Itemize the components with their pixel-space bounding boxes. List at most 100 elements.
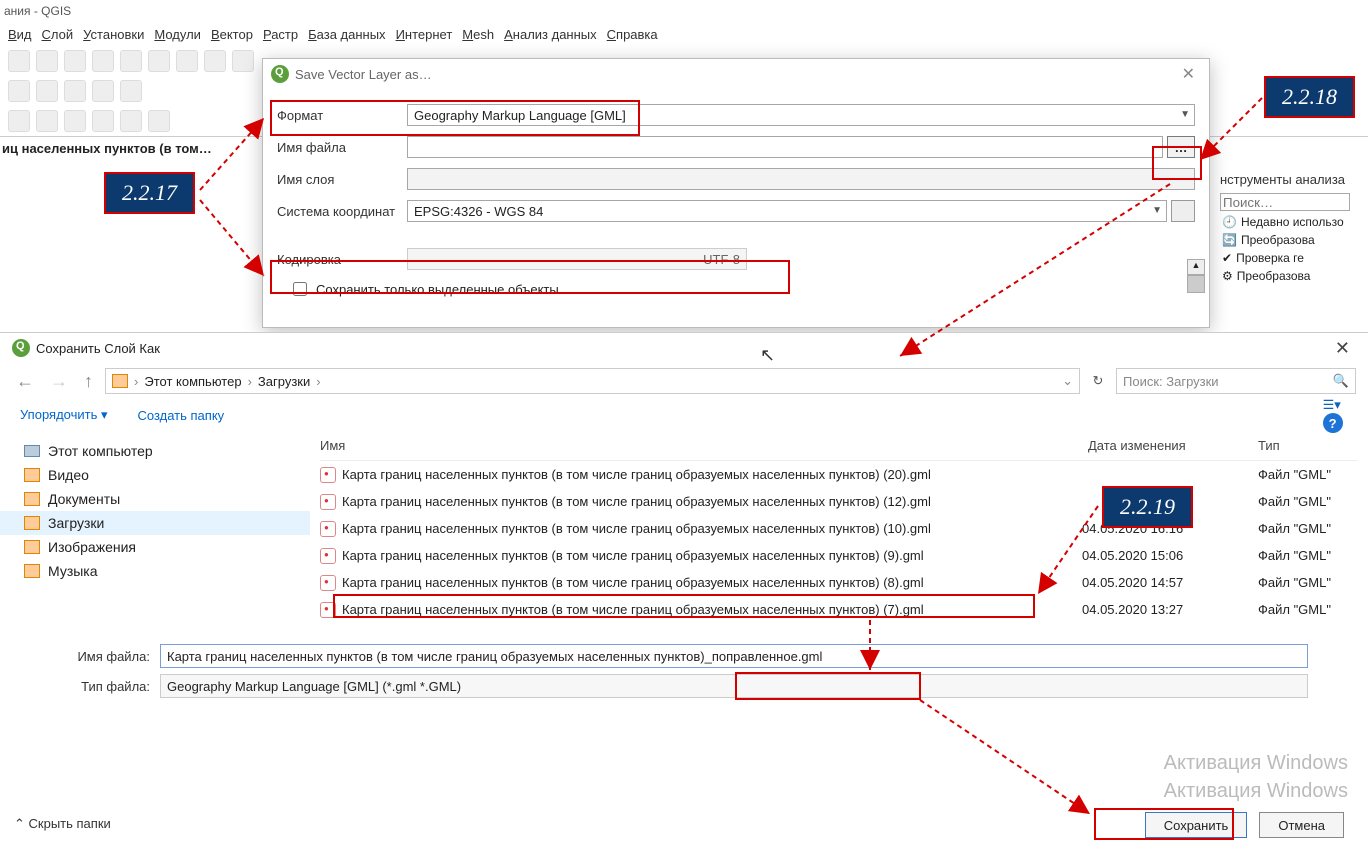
help-icon[interactable]: ? (1323, 413, 1343, 433)
file-name: Карта границ населенных пунктов (в том ч… (342, 494, 1076, 509)
nav-up-icon[interactable]: ↑ (80, 371, 97, 392)
menu-db[interactable]: База данных (308, 27, 385, 42)
filetype-combo[interactable]: Geography Markup Language [GML] (*.gml *… (160, 674, 1308, 698)
scroll-up-icon[interactable]: ▲ (1187, 259, 1205, 275)
tb-icon[interactable] (64, 80, 86, 102)
menu-view[interactable]: Вид (8, 27, 32, 42)
filename-input[interactable] (407, 136, 1163, 158)
tb-icon[interactable] (148, 110, 170, 132)
chevron-down-icon[interactable]: ⌄ (1062, 373, 1073, 389)
save-button[interactable]: Сохранить (1145, 812, 1248, 838)
menu-raster[interactable]: Растр (263, 27, 298, 42)
side-videos[interactable]: Видео (0, 463, 310, 487)
callout-2-2-18: 2.2.18 (1264, 76, 1355, 118)
tb-icon[interactable] (92, 80, 114, 102)
side-this-pc[interactable]: Этот компьютер (0, 439, 310, 463)
tb-icon[interactable] (36, 80, 58, 102)
crs-picker-button[interactable] (1171, 200, 1195, 222)
side-downloads[interactable]: Загрузки (0, 511, 310, 535)
address-bar[interactable]: › Этот компьютер › Загрузки › ⌄ (105, 368, 1080, 394)
toolbox-item[interactable]: ⚙Преобразова (1216, 267, 1366, 285)
tb-pan[interactable] (64, 50, 86, 72)
side-pictures[interactable]: Изображения (0, 535, 310, 559)
tb-icon[interactable] (232, 50, 254, 72)
tb-icon[interactable] (176, 50, 198, 72)
col-type[interactable]: Тип (1258, 438, 1358, 453)
menu-vector[interactable]: Вектор (211, 27, 253, 42)
pc-icon (24, 445, 40, 457)
callout-2-2-17: 2.2.17 (104, 172, 195, 214)
tb-icon[interactable] (120, 110, 142, 132)
toolbox-search[interactable] (1220, 193, 1350, 211)
tb-icon[interactable] (204, 50, 226, 72)
menubar[interactable]: Вид Слой Установки Модули Вектор Растр Б… (0, 22, 1368, 46)
file-row[interactable]: Карта границ населенных пунктов (в том ч… (320, 569, 1358, 596)
tb-icon[interactable] (8, 50, 30, 72)
save-vector-dialog: Save Vector Layer as… ✕ Формат Geography… (262, 58, 1210, 328)
crs-label: Система координат (277, 204, 407, 219)
file-type: Файл "GML" (1258, 521, 1358, 536)
menu-mesh[interactable]: Mesh (462, 27, 494, 42)
toolbox-recent[interactable]: 🕘Недавно использо (1216, 213, 1366, 231)
menu-plugins[interactable]: Модули (154, 27, 201, 42)
file-row[interactable]: Карта границ населенных пунктов (в том ч… (320, 542, 1358, 569)
layername-label: Имя слоя (277, 172, 407, 187)
file-row[interactable]: Карта границ населенных пунктов (в том ч… (320, 596, 1358, 623)
file-list: Имя Дата изменения Тип Карта границ насе… (310, 431, 1368, 631)
close-icon[interactable]: ✕ (1329, 338, 1356, 359)
only-selected-checkbox[interactable] (293, 282, 307, 296)
breadcrumb-seg[interactable]: Загрузки (258, 374, 310, 389)
file-row[interactable]: Карта границ населенных пунктов (в том ч… (320, 461, 1358, 488)
tb-icon[interactable] (36, 50, 58, 72)
menu-help[interactable]: Справка (607, 27, 658, 42)
gml-file-icon (320, 494, 336, 510)
toolbox-item[interactable]: ✔Проверка ге (1216, 249, 1366, 267)
tb-icon[interactable] (36, 110, 58, 132)
dialog-title: Save Vector Layer as… (295, 67, 432, 82)
menu-internet[interactable]: Интернет (396, 27, 453, 42)
tb-zoomout[interactable] (120, 50, 142, 72)
side-documents[interactable]: Документы (0, 487, 310, 511)
scrollbar-thumb[interactable] (1187, 275, 1205, 293)
format-combo[interactable]: Geography Markup Language [GML]▼ (407, 104, 1195, 126)
cancel-button[interactable]: Отмена (1259, 812, 1344, 838)
menu-analysis[interactable]: Анализ данных (504, 27, 597, 42)
close-icon[interactable]: ✕ (1176, 64, 1201, 84)
folder-icon (24, 564, 40, 578)
col-date[interactable]: Дата изменения (1088, 438, 1258, 453)
tb-zoomin[interactable] (92, 50, 114, 72)
filename-input[interactable]: Карта границ населенных пунктов (в том ч… (160, 644, 1308, 668)
side-music[interactable]: Музыка (0, 559, 310, 583)
tb-icon[interactable] (92, 110, 114, 132)
file-row[interactable]: Карта границ населенных пунктов (в том ч… (320, 488, 1358, 515)
menu-settings[interactable]: Установки (83, 27, 144, 42)
col-name[interactable]: Имя (320, 438, 1088, 453)
encoding-combo[interactable]: UTF-8 (407, 248, 747, 270)
dialog-title: Сохранить Слой Как (36, 341, 160, 356)
file-type: Файл "GML" (1258, 575, 1358, 590)
hide-folders-link[interactable]: ⌃ Скрыть папки (14, 816, 111, 832)
tb-zoom[interactable] (148, 50, 170, 72)
processing-toolbox: нструменты анализа 🕘Недавно использо 🔄Пр… (1216, 168, 1366, 285)
breadcrumb-seg[interactable]: Этот компьютер (144, 374, 241, 389)
layername-input[interactable] (407, 168, 1195, 190)
new-folder-button[interactable]: Создать папку (138, 408, 225, 423)
search-input[interactable]: Поиск: Загрузки🔍 (1116, 368, 1356, 394)
nav-forward-icon[interactable]: → (46, 371, 72, 392)
tb-icon[interactable] (64, 110, 86, 132)
view-icon[interactable]: ☰▾ (1323, 397, 1341, 412)
crs-combo[interactable]: EPSG:4326 - WGS 84▼ (407, 200, 1167, 222)
refresh-icon[interactable]: ↻ (1088, 373, 1108, 389)
toolbox-item[interactable]: 🔄Преобразова (1216, 231, 1366, 249)
tb-icon[interactable] (120, 80, 142, 102)
nav-back-icon[interactable]: ← (12, 371, 38, 392)
chevron-down-icon: ▼ (1180, 109, 1190, 120)
file-row[interactable]: Карта границ населенных пунктов (в том ч… (320, 515, 1358, 542)
tb-icon[interactable] (8, 80, 30, 102)
file-name: Карта границ населенных пунктов (в том ч… (342, 467, 1076, 482)
organize-menu[interactable]: Упорядочить ▾ (20, 407, 108, 423)
browse-button[interactable]: … (1167, 136, 1195, 158)
titlebar: ания - QGIS (0, 0, 1368, 22)
tb-icon[interactable] (8, 110, 30, 132)
menu-layer[interactable]: Слой (42, 27, 74, 42)
